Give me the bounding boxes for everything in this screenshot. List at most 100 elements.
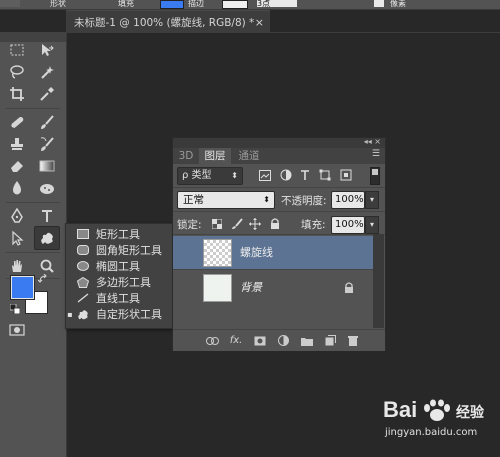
move-icon[interactable]	[36, 40, 58, 60]
swap-colors-icon[interactable]	[37, 273, 48, 284]
ellipse-tool-label: 椭圆工具	[96, 260, 140, 273]
polygon-icon	[74, 275, 92, 289]
new-layer-icon[interactable]	[323, 334, 337, 347]
layers-scrollbar[interactable]	[373, 234, 384, 328]
lock-all-icon[interactable]	[269, 218, 281, 230]
layer-row-spiral[interactable]: 螺旋线	[173, 236, 373, 269]
adjustment-layer-icon[interactable]	[276, 334, 290, 347]
layer-name: 螺旋线	[240, 246, 273, 259]
rectangle-icon	[74, 227, 92, 241]
fill-color-swatch[interactable]	[160, 0, 184, 9]
history-brush-icon[interactable]	[36, 134, 58, 154]
polygon-tool-label: 多边形工具	[96, 276, 151, 289]
options-bar: 形状 填充 描边 3点 像素	[0, 0, 500, 10]
tab-divider	[66, 32, 500, 33]
blend-mode-value: 正常	[183, 194, 204, 206]
eyedropper-icon[interactable]	[36, 84, 58, 104]
custom-shape-tool-icon[interactable]	[34, 226, 60, 250]
watermark-brand: Bai	[383, 397, 418, 422]
collapse-panel-icon[interactable]: ◂◂ ×	[364, 137, 381, 146]
adjustment-filter-icon[interactable]	[279, 168, 293, 182]
close-document-button[interactable]: ×	[255, 16, 264, 29]
pen-icon[interactable]	[6, 206, 28, 226]
fill-field[interactable]: 100%	[331, 216, 365, 234]
custom-shape-icon	[74, 307, 92, 321]
watermark-url: jingyan.baidu.com	[385, 427, 478, 438]
brush-icon[interactable]	[36, 112, 58, 132]
blend-mode-select[interactable]: 正常 ⬍	[177, 191, 275, 209]
add-mask-icon[interactable]	[253, 334, 267, 347]
fill-dropdown-arrow[interactable]: ▾	[365, 216, 379, 234]
tab-layers[interactable]: 图层	[199, 148, 231, 164]
rounded-rectangle-tool-label: 圆角矩形工具	[96, 244, 162, 257]
align-edges-checkbox[interactable]	[374, 0, 384, 7]
watermark-brand-suffix: 经验	[456, 405, 484, 421]
document-tab[interactable]: 未标题-1 @ 100% (螺旋线, RGB/8) * ×	[66, 10, 270, 33]
new-group-icon[interactable]	[300, 334, 314, 347]
options-pixels-label: 像素	[390, 0, 406, 7]
fill-label: 填充:	[301, 219, 326, 231]
chevron-down-icon: ⬍	[231, 171, 238, 180]
options-stroke-label: 描边	[188, 0, 204, 7]
filter-toggle-switch[interactable]	[370, 167, 380, 185]
shape-filter-icon[interactable]	[318, 168, 332, 182]
pixel-filter-icon[interactable]	[258, 168, 272, 182]
layer-effects-icon[interactable]: fx.	[229, 334, 243, 347]
lock-transparent-pixels-icon[interactable]	[211, 218, 223, 230]
panel-menu-icon[interactable]: ☰	[372, 149, 380, 159]
rectangle-tool-label: 矩形工具	[96, 228, 140, 241]
eraser-icon[interactable]	[6, 156, 28, 176]
panel-drag-bar[interactable]: ◂◂ ×	[173, 137, 385, 148]
layer-filter-label: ρ 类型	[182, 170, 212, 181]
shape-tool-preset-icon[interactable]	[0, 0, 20, 7]
eye-icon[interactable]	[177, 280, 195, 294]
stroke-width-field[interactable]: 3点	[257, 0, 297, 7]
selected-tool-marker: ▪	[67, 309, 73, 319]
tools-panel	[0, 32, 67, 457]
gradient-icon[interactable]	[36, 156, 58, 176]
line-icon	[74, 291, 92, 305]
foreground-color-swatch[interactable]	[10, 275, 35, 300]
tab-3d[interactable]: 3D	[175, 148, 197, 164]
stroke-color-swatch[interactable]	[222, 0, 248, 9]
lock-position-icon[interactable]	[249, 218, 261, 230]
layer-filter-select[interactable]: ρ 类型 ⬍	[177, 167, 243, 185]
lock-label: 锁定:	[177, 219, 202, 231]
magic-wand-icon[interactable]	[36, 62, 58, 82]
custom-shape-tool-label: 自定形状工具	[96, 308, 162, 321]
spot-healing-brush-icon[interactable]	[6, 112, 28, 132]
path-selection-icon[interactable]	[6, 228, 28, 248]
eye-icon[interactable]	[177, 245, 195, 259]
rounded-rectangle-icon	[74, 243, 92, 257]
zoom-icon[interactable]	[36, 256, 58, 276]
ellipse-icon	[74, 259, 92, 273]
options-mode-select[interactable]: 形状	[50, 0, 76, 7]
lock-icon	[344, 282, 354, 293]
type-icon[interactable]	[36, 206, 58, 226]
type-filter-icon[interactable]	[298, 168, 312, 182]
quick-mask-icon[interactable]	[9, 324, 25, 336]
smart-object-filter-icon[interactable]	[339, 168, 353, 182]
opacity-label: 不透明度:	[281, 195, 327, 207]
link-layers-icon[interactable]	[205, 334, 219, 347]
lasso-icon[interactable]	[6, 62, 28, 82]
blur-icon[interactable]	[6, 178, 28, 198]
paw-logo-icon	[424, 399, 450, 421]
rectangular-marquee-icon[interactable]	[6, 40, 28, 60]
lock-image-pixels-icon[interactable]	[231, 218, 243, 230]
hand-icon[interactable]	[6, 256, 28, 276]
default-colors-icon[interactable]	[9, 303, 21, 315]
opacity-dropdown-arrow[interactable]: ▾	[365, 191, 379, 209]
document-tab-title: 未标题-1 @ 100% (螺旋线, RGB/8) *	[74, 16, 255, 29]
line-tool-label: 直线工具	[96, 292, 140, 305]
chevron-down-icon: ⬍	[263, 195, 270, 204]
sponge-icon[interactable]	[36, 178, 58, 198]
layer-name: 背景	[240, 281, 262, 294]
crop-icon[interactable]	[6, 84, 28, 104]
tab-channels[interactable]: 通道	[233, 148, 265, 164]
clone-stamp-icon[interactable]	[6, 134, 28, 154]
options-fill-label: 填充	[118, 0, 134, 7]
opacity-field[interactable]: 100%	[331, 191, 365, 209]
layer-row-background[interactable]: 背景	[173, 271, 373, 304]
delete-layer-icon[interactable]	[346, 334, 360, 347]
